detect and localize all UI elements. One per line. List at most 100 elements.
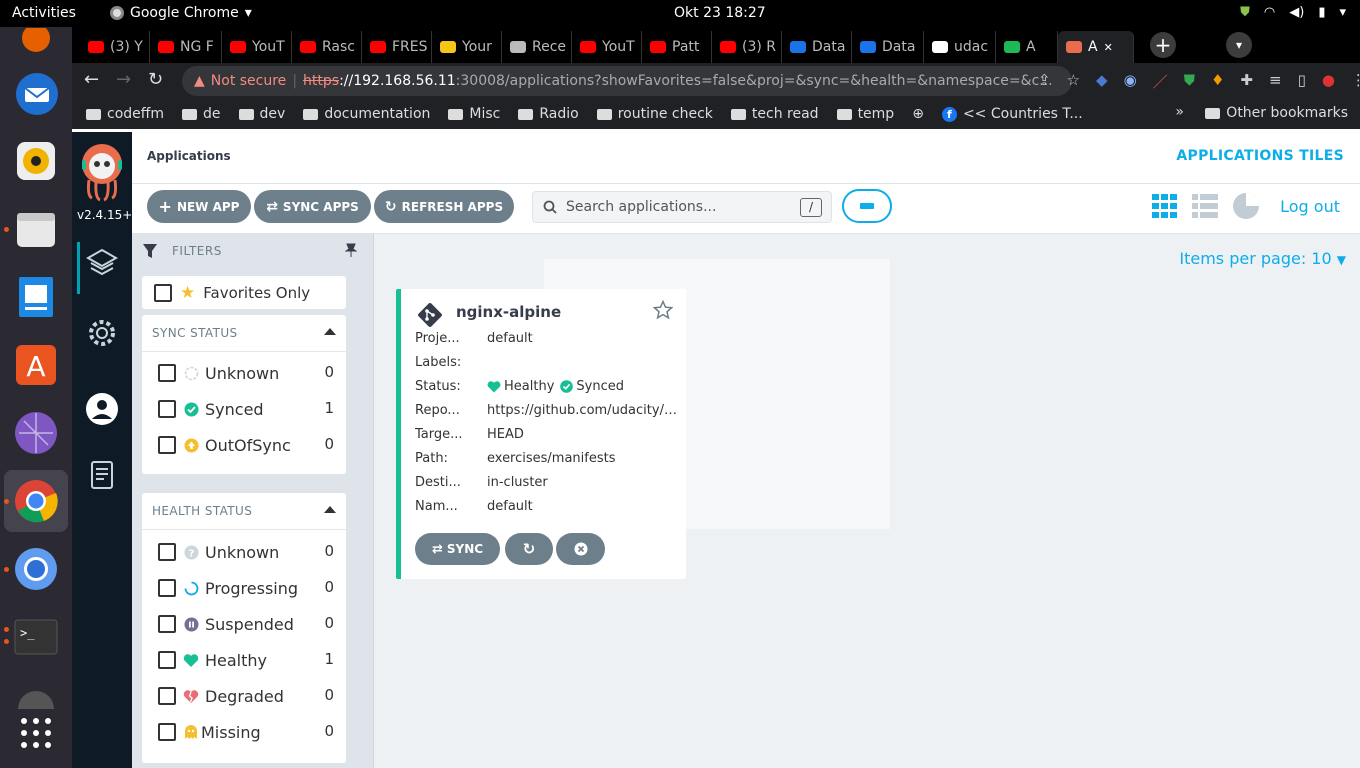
browser-tab[interactable]: FRES [362, 31, 432, 63]
bookmark-countries[interactable]: f << Countries T... [941, 106, 1083, 122]
dock-web-icon[interactable] [14, 411, 58, 455]
extension-icon[interactable]: ♦ [1211, 71, 1224, 92]
checkbox[interactable] [158, 436, 176, 454]
checkbox[interactable] [158, 579, 176, 597]
list-view-icon[interactable] [1192, 194, 1219, 218]
dock-firefox-icon[interactable] [14, 21, 58, 65]
forward-arrow-icon[interactable]: → [116, 69, 131, 90]
reload-icon[interactable]: ↻ [148, 69, 163, 90]
extension-icon[interactable]: ◆ [1096, 71, 1108, 92]
browser-tab[interactable]: NG F [150, 31, 222, 63]
checkbox[interactable] [158, 651, 176, 669]
filters-toggle-button[interactable] [842, 189, 892, 223]
system-tray[interactable]: ⛊ ◠ ◀) ▮ ▾ [1240, 5, 1346, 20]
show-apps-icon[interactable] [14, 711, 58, 755]
favorites-only-filter[interactable]: ★ Favorites Only [142, 276, 346, 309]
close-tab-icon[interactable]: ✕ [1104, 41, 1113, 54]
dock-files-icon[interactable] [14, 207, 58, 251]
app-menu[interactable]: Google Chrome ▾ [110, 5, 252, 21]
dock-chromium-icon[interactable] [14, 547, 58, 591]
browser-tab[interactable]: Rasc [292, 31, 362, 63]
summary-view-icon[interactable] [1232, 192, 1260, 220]
browser-tab[interactable]: A ✕ [1058, 31, 1134, 63]
browser-tab[interactable]: YouT [572, 31, 642, 63]
bookmark-folder[interactable]: routine check [596, 106, 713, 122]
dock-terminal-icon[interactable]: >_ [14, 615, 58, 659]
nav-user-icon[interactable] [84, 391, 120, 427]
filter-health-missing[interactable]: Missing 0 [158, 720, 334, 744]
browser-tab[interactable]: Data [782, 31, 852, 63]
checkbox[interactable] [158, 687, 176, 705]
checkbox[interactable] [158, 364, 176, 382]
filter-health-unknown[interactable]: ? Unknown 0 [158, 540, 334, 564]
logout-link[interactable]: Log out [1280, 197, 1340, 216]
dock-software-icon[interactable]: A [14, 343, 58, 387]
browser-tab[interactable]: Your [432, 31, 502, 63]
bookmark-folder[interactable]: codeffm [86, 106, 164, 122]
bookmark-folder[interactable]: Radio [518, 106, 579, 122]
delete-button[interactable] [556, 533, 605, 565]
browser-tab[interactable]: Data [852, 31, 924, 63]
bookmark-folder[interactable]: de [182, 106, 221, 122]
new-tab-button[interactable]: + [1150, 32, 1176, 58]
new-app-button[interactable]: + NEW APP [147, 190, 251, 223]
profile-avatar[interactable]: ● [1322, 71, 1335, 92]
refresh-button[interactable]: ↻ [505, 533, 553, 565]
extensions-puzzle-icon[interactable]: ✚ [1240, 71, 1253, 92]
filter-health-healthy[interactable]: Healthy 1 [158, 648, 334, 672]
extension-icon[interactable]: ⛊ [1184, 71, 1195, 92]
extension-icon[interactable]: ◉ [1124, 71, 1137, 92]
browser-tab[interactable]: udac [924, 31, 996, 63]
bookmark-folder[interactable]: documentation [303, 106, 430, 122]
favorite-star-icon[interactable] [653, 300, 673, 320]
bookmark-folder[interactable]: tech read [730, 106, 819, 122]
refresh-apps-button[interactable]: ↻ REFRESH APPS [374, 190, 514, 223]
filter-sync-unknown[interactable]: Unknown 0 [158, 361, 334, 385]
tiles-view-icon[interactable] [1152, 194, 1178, 218]
filter-sync-outofsync[interactable]: OutOfSync 0 [158, 433, 334, 457]
browser-tab[interactable]: A [996, 31, 1058, 63]
browser-tab[interactable]: Rece [502, 31, 572, 63]
not-secure-label[interactable]: Not secure [211, 73, 287, 89]
sync-button[interactable]: ⇄ SYNC [415, 533, 500, 565]
dock-thunderbird-icon[interactable] [14, 72, 58, 116]
dock-rhythmbox-icon[interactable] [14, 139, 58, 183]
breadcrumb[interactable]: Applications [147, 149, 231, 163]
collapse-caret-icon[interactable] [324, 328, 336, 335]
browser-tab[interactable]: (3) Y [80, 31, 150, 63]
address-bar[interactable]: ▲ Not secure | https ://192.168.56.11 :3… [182, 66, 1072, 96]
checkbox[interactable] [158, 615, 176, 633]
application-name[interactable]: nginx-alpine [456, 303, 561, 321]
dock-writer-icon[interactable] [14, 275, 58, 319]
other-bookmarks[interactable]: Other bookmarks [1205, 105, 1348, 121]
items-per-page-dropdown[interactable]: Items per page: 10 ▼ [1179, 249, 1346, 268]
sync-apps-button[interactable]: ⇄ SYNC APPS [254, 190, 371, 223]
checkbox[interactable] [158, 400, 176, 418]
extension-icon[interactable]: ／ [1153, 71, 1168, 92]
tab-search-button[interactable]: ▾ [1226, 32, 1252, 58]
browser-tab[interactable]: YouT [222, 31, 292, 63]
back-arrow-icon[interactable]: ← [84, 69, 99, 90]
activities-button[interactable]: Activities [12, 5, 76, 21]
search-box[interactable]: Search applications... / [532, 191, 832, 223]
nav-applications-icon[interactable] [84, 245, 120, 281]
bookmark-globe[interactable]: ⊕ [912, 106, 924, 122]
dock-chrome-icon[interactable] [14, 479, 58, 523]
kebab-menu-icon[interactable]: ⋮ [1351, 71, 1360, 92]
browser-tab[interactable]: (3) R [712, 31, 782, 63]
bookmark-folder[interactable]: Misc [448, 106, 500, 122]
filter-health-suspended[interactable]: Suspended 0 [158, 612, 334, 636]
bookmark-folder[interactable]: temp [836, 106, 894, 122]
checkbox[interactable] [158, 723, 176, 741]
nav-settings-icon[interactable] [84, 315, 120, 351]
application-tile[interactable]: nginx-alpine Proje... default Labels: St… [396, 289, 686, 579]
favorites-checkbox[interactable] [154, 283, 172, 302]
collapse-caret-icon[interactable] [324, 506, 336, 513]
bookmark-folder[interactable]: dev [238, 106, 285, 122]
pin-icon[interactable] [345, 243, 357, 257]
clock[interactable]: Okt 23 18:27 [674, 5, 766, 21]
browser-tab[interactable]: Patt [642, 31, 712, 63]
checkbox[interactable] [158, 543, 176, 561]
nav-docs-icon[interactable] [84, 457, 120, 493]
filter-sync-synced[interactable]: Synced 1 [158, 397, 334, 421]
